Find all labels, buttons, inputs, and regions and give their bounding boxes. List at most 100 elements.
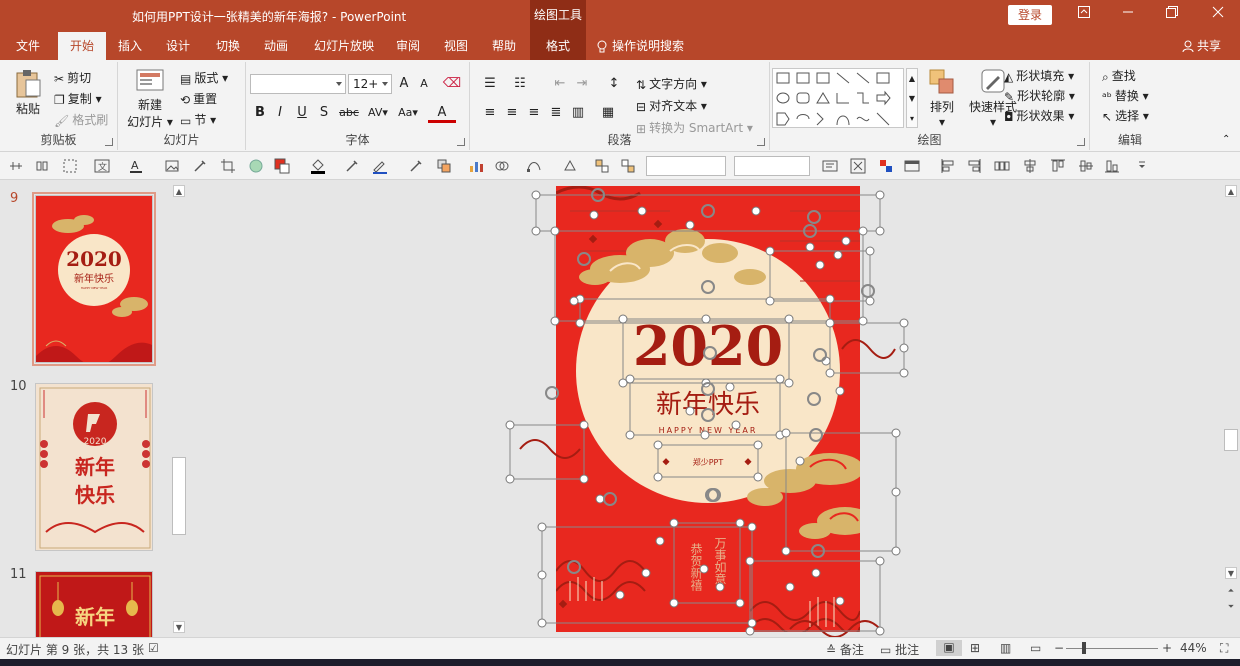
login-button[interactable]: 登录 xyxy=(1008,5,1052,25)
shapes-gallery-scroll[interactable]: ▲ ▼ ▾ xyxy=(906,68,918,128)
select-button[interactable]: ↖ 选择 ▾ xyxy=(1102,106,1149,126)
layout-button[interactable]: ▤ 版式 ▾ xyxy=(180,68,228,88)
font-color-quick-icon[interactable]: A xyxy=(128,158,144,174)
restore-icon[interactable] xyxy=(1150,0,1194,32)
canvas-scroll-up-icon[interactable]: ▲ xyxy=(1225,185,1237,197)
align-left-icon[interactable]: ≡ xyxy=(480,103,500,123)
columns-icon[interactable]: ▦ xyxy=(598,103,618,123)
close-icon[interactable] xyxy=(1196,0,1240,32)
tab-transitions[interactable]: 切换 xyxy=(206,32,250,60)
canvas-scrollbar-thumb[interactable] xyxy=(1224,429,1238,451)
notes-button[interactable]: ≙ 备注 xyxy=(826,641,864,658)
zoom-slider-thumb[interactable] xyxy=(1082,642,1086,654)
cut-button[interactable]: ✂ 剪切 xyxy=(54,68,91,88)
shrink-font-button[interactable]: A xyxy=(414,74,434,94)
distributed-icon[interactable]: ▥ xyxy=(568,103,588,123)
bullets-icon[interactable]: ☰ xyxy=(480,74,500,94)
image-icon[interactable] xyxy=(164,158,180,174)
justify-icon[interactable]: ≣ xyxy=(546,103,566,123)
share-button[interactable]: 共享 xyxy=(1182,32,1221,60)
canvas-scrollbar[interactable]: ▲ ▼ ⏶ ⏷ xyxy=(1221,181,1240,637)
zoom-in-icon[interactable]: + xyxy=(1162,641,1172,655)
distribute-icon[interactable] xyxy=(34,158,50,174)
align-center-objects-icon[interactable] xyxy=(1078,158,1094,174)
align-distribute-icon[interactable] xyxy=(620,158,636,174)
numbering-icon[interactable]: ☷ xyxy=(510,74,530,94)
shape-effects-button[interactable]: ◘ 形状效果 ▾ xyxy=(1004,106,1074,126)
format-painter-button[interactable]: 🖌 格式刷 xyxy=(54,110,108,130)
align-bottom-objects-icon[interactable] xyxy=(1104,158,1120,174)
arrange-button[interactable]: 排列 ▾ xyxy=(922,68,962,129)
shape-outline-quick-icon[interactable] xyxy=(372,158,388,174)
new-slide-button[interactable]: 新建 幻灯片 ▾ xyxy=(124,68,176,130)
minimize-icon[interactable] xyxy=(1106,0,1150,32)
clear-formatting-icon[interactable]: ⌫ xyxy=(442,74,462,94)
spell-check-icon[interactable]: ☑ xyxy=(148,641,159,655)
section-button[interactable]: ▭ 节 ▾ xyxy=(180,110,216,130)
replace-button[interactable]: ᵃᵇ 替换 ▾ xyxy=(1102,86,1149,106)
tell-me-search[interactable]: 操作说明搜索 xyxy=(596,32,684,60)
clipboard-dialog-launcher[interactable] xyxy=(105,138,113,146)
paste-button[interactable]: 粘贴 xyxy=(8,68,48,117)
align-right-icon[interactable]: ≡ xyxy=(524,103,544,123)
italic-button[interactable]: I xyxy=(270,103,290,123)
bring-forward-icon[interactable] xyxy=(436,158,452,174)
zoom-out-icon[interactable]: − xyxy=(1054,641,1064,655)
bold-button[interactable]: B xyxy=(250,103,270,123)
zoom-slider-track[interactable] xyxy=(1066,648,1158,649)
tab-design[interactable]: 设计 xyxy=(156,32,200,60)
scroll-up-icon[interactable]: ▲ xyxy=(173,185,185,197)
slide-thumbnail-11[interactable]: 新年 xyxy=(35,571,153,637)
frame-icon[interactable] xyxy=(904,158,920,174)
thumbnail-scrollbar[interactable]: ▲ ▼ xyxy=(170,181,188,637)
font-name-combo[interactable] xyxy=(250,74,346,94)
tab-slideshow[interactable]: 幻灯片放映 xyxy=(304,32,384,60)
align-top-objects-icon[interactable] xyxy=(1050,158,1066,174)
eyedropper-icon[interactable] xyxy=(192,158,208,174)
tab-help[interactable]: 帮助 xyxy=(482,32,526,60)
crop-icon[interactable] xyxy=(220,158,236,174)
grow-font-button[interactable]: A xyxy=(394,74,414,94)
reading-view-icon[interactable]: ▥ xyxy=(1000,641,1011,655)
shape-fill-button[interactable]: ◭ 形状填充 ▾ xyxy=(1004,66,1074,86)
fit-to-window-icon[interactable]: ⛶ xyxy=(1220,641,1228,656)
shape-fill-quick-icon[interactable] xyxy=(310,158,326,174)
tab-file[interactable]: 文件 xyxy=(4,32,52,60)
align-middle-objects-icon[interactable] xyxy=(1022,158,1038,174)
strikethrough-button[interactable]: abc xyxy=(336,103,362,123)
selection-pane-icon[interactable] xyxy=(594,158,610,174)
distribute-horizontal-icon[interactable] xyxy=(994,158,1010,174)
customize-toolbar-icon[interactable] xyxy=(1134,158,1150,174)
previous-slide-icon[interactable]: ⏶ xyxy=(1225,585,1237,597)
change-case-button[interactable]: Aa▾ xyxy=(394,103,422,123)
tab-insert[interactable]: 插入 xyxy=(108,32,152,60)
underline-button[interactable]: U xyxy=(292,103,312,123)
slide-sorter-icon[interactable]: ⊞ xyxy=(970,641,980,655)
character-spacing-button[interactable]: AV▾ xyxy=(364,103,392,123)
align-left-objects-icon[interactable] xyxy=(940,158,956,174)
circle-shape-icon[interactable] xyxy=(248,158,264,174)
slide-editing-canvas[interactable]: 2020 新年快乐 HAPPY NEW YEAR 郑少PPT 恭贺新禧 万事如意 xyxy=(190,181,1220,637)
text-shadow-button[interactable]: S xyxy=(314,103,334,123)
merge-shapes-icon[interactable] xyxy=(494,158,510,174)
drawing-dialog-launcher[interactable] xyxy=(1077,138,1085,146)
decrease-indent-icon[interactable]: ⇤ xyxy=(550,74,570,94)
shape-height-field[interactable] xyxy=(646,156,726,176)
font-dialog-launcher[interactable] xyxy=(457,138,465,146)
reset-button[interactable]: ⟲ 重置 xyxy=(180,89,217,109)
line-spacing-icon[interactable]: ↕ xyxy=(604,74,624,94)
tab-review[interactable]: 审阅 xyxy=(386,32,430,60)
canvas-scroll-down-icon[interactable]: ▼ xyxy=(1225,567,1237,579)
find-button[interactable]: ⌕ 查找 xyxy=(1102,66,1136,86)
eyedropper-3-icon[interactable] xyxy=(408,158,424,174)
slide-thumbnail-9[interactable]: 2020 新年快乐 HAPPY NEW YEAR xyxy=(32,192,156,366)
fill-color-swatch-icon[interactable] xyxy=(274,158,290,174)
align-center-icon[interactable]: ≡ xyxy=(502,103,522,123)
slideshow-view-icon[interactable]: ▭ xyxy=(1030,641,1041,655)
edit-points-icon[interactable] xyxy=(526,158,542,174)
align-right-objects-icon[interactable] xyxy=(966,158,982,174)
increase-indent-icon[interactable]: ⇥ xyxy=(572,74,592,94)
collapse-ribbon-icon[interactable]: ⌃ xyxy=(1222,134,1230,145)
align-text-button[interactable]: ⊟ 对齐文本 ▾ xyxy=(636,96,707,116)
shapes-gallery[interactable] xyxy=(772,68,904,128)
